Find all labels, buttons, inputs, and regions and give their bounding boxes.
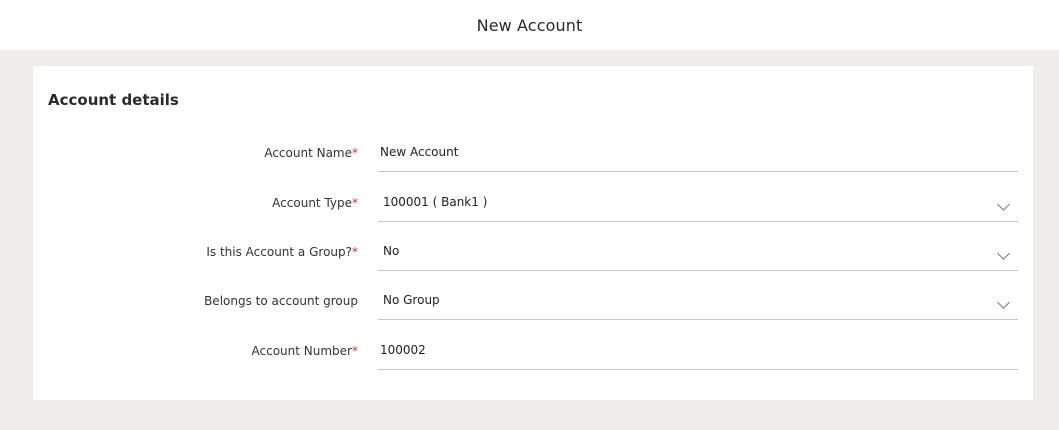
account-name-input[interactable]: New Account (378, 133, 1018, 172)
required-mark: * (352, 146, 358, 160)
account-group-row: Belongs to account group No Group (33, 281, 1033, 321)
page-title: New Account (476, 15, 583, 35)
account-number-input[interactable]: 100002 (378, 331, 1018, 370)
account-number-row: Account Number* 100002 (33, 331, 1033, 371)
section-title: Account details (48, 91, 179, 109)
required-mark: * (352, 344, 358, 358)
chevron-down-icon[interactable] (997, 198, 1010, 211)
account-number-value: 100002 (380, 343, 426, 357)
account-type-select[interactable]: 100001 ( Bank1 ) (378, 183, 1018, 222)
account-number-label: Account Number* (251, 344, 358, 358)
required-mark: * (352, 196, 358, 210)
chevron-down-icon[interactable] (997, 247, 1010, 260)
is-group-label: Is this Account a Group?* (206, 245, 358, 259)
account-name-value: New Account (380, 145, 459, 159)
is-group-value: No (383, 244, 400, 258)
account-group-value: No Group (383, 293, 440, 307)
required-mark: * (352, 245, 358, 259)
account-type-value: 100001 ( Bank1 ) (383, 195, 488, 209)
account-name-label: Account Name* (264, 146, 358, 160)
page-header: New Account (0, 0, 1059, 50)
account-details-card: Account details Account Name* New Accoun… (33, 66, 1033, 400)
chevron-down-icon[interactable] (997, 296, 1010, 309)
account-group-select[interactable]: No Group (378, 281, 1018, 320)
account-group-label: Belongs to account group (204, 294, 358, 308)
account-name-row: Account Name* New Account (33, 133, 1033, 173)
is-group-row: Is this Account a Group?* No (33, 232, 1033, 272)
is-group-select[interactable]: No (378, 232, 1018, 271)
account-type-row: Account Type* 100001 ( Bank1 ) (33, 183, 1033, 223)
account-type-label: Account Type* (272, 196, 358, 210)
